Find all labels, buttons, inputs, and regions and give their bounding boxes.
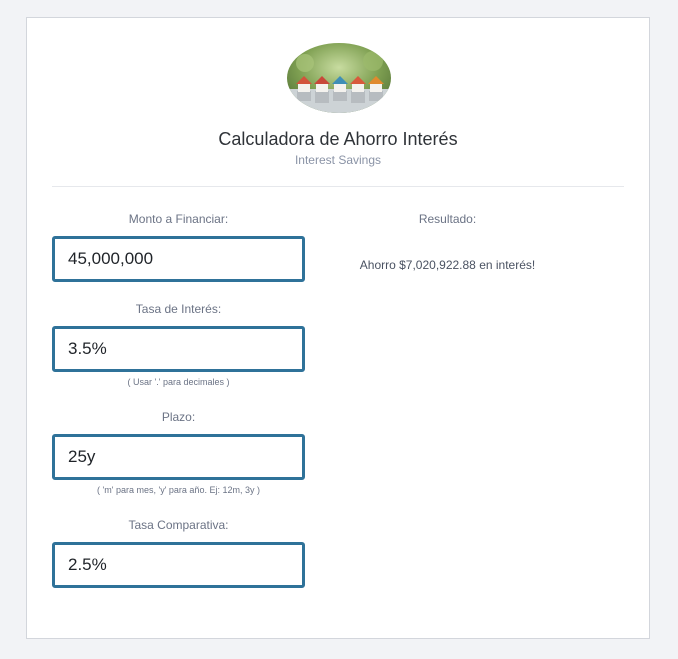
interest-rate-label: Tasa de Interés: <box>135 302 222 316</box>
term-input[interactable] <box>52 434 305 480</box>
comparative-rate-label: Tasa Comparativa: <box>128 518 229 532</box>
result-label: Resultado: <box>418 212 477 226</box>
calculator-card: Calculadora de Ahorro Interés Interest S… <box>26 17 650 639</box>
term-hint: ( 'm' para mes, 'y' para año. Ej: 12m, 3… <box>97 485 260 495</box>
page-title: Calculadora de Ahorro Interés <box>218 129 458 149</box>
interest-rate-hint: ( Usar '.' para decimales ) <box>127 377 230 387</box>
term-label: Plazo: <box>161 410 196 424</box>
header-divider <box>52 186 624 187</box>
amount-label: Monto a Financiar: <box>128 212 229 226</box>
page-subtitle: Interest Savings <box>294 153 382 167</box>
result-text: Ahorro $7,020,922.88 en interés! <box>359 258 536 272</box>
houses-on-coins-logo <box>287 43 391 113</box>
interest-rate-input[interactable] <box>52 326 305 372</box>
amount-input[interactable] <box>52 236 305 282</box>
comparative-rate-input[interactable] <box>52 542 305 588</box>
